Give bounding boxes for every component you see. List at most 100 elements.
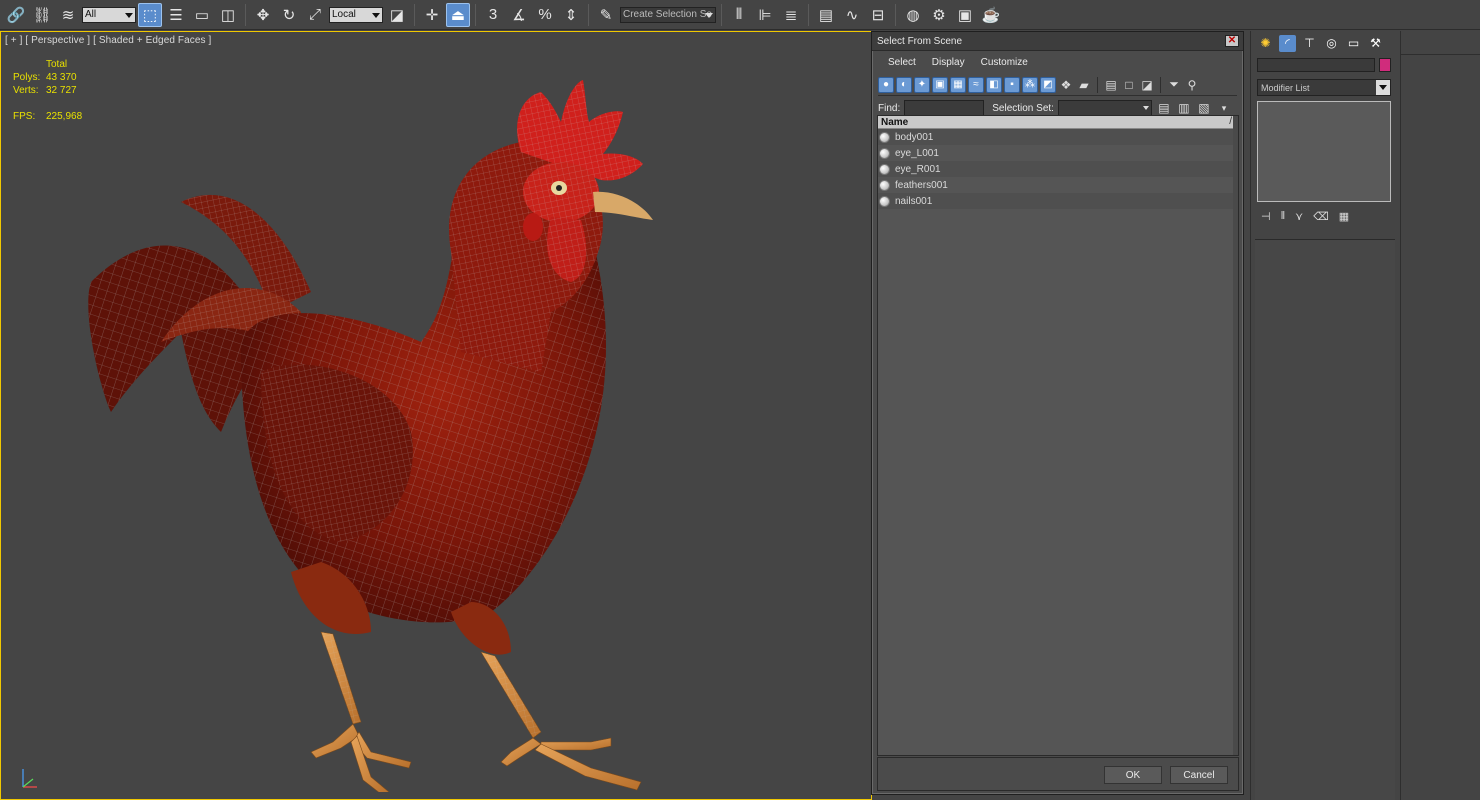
toolbar-separator <box>414 3 415 26</box>
motion-tab-icon[interactable]: ◎ <box>1323 35 1340 52</box>
schematic-view-icon[interactable]: ⊟ <box>866 3 890 27</box>
keyboard-shortcut-override-icon[interactable]: ⏏ <box>446 2 470 27</box>
selection-filter-dropdown[interactable]: All <box>82 6 136 23</box>
object-color-swatch[interactable] <box>1379 58 1391 72</box>
list-item[interactable]: body001 <box>878 129 1238 145</box>
remove-selection-set-icon[interactable]: ▥ <box>1176 100 1192 116</box>
edit-selection-set-icon[interactable]: ▧ <box>1196 100 1212 116</box>
select-none-icon[interactable]: □ <box>1121 77 1137 93</box>
select-and-scale-icon[interactable]: ⤢ <box>303 3 327 27</box>
snaps-toggle-icon[interactable]: 3 <box>481 3 505 27</box>
viewport-label[interactable]: [ + ] [ Perspective ] [ Shaded + Edged F… <box>5 35 211 46</box>
curve-editor-icon[interactable]: ∿ <box>840 3 864 27</box>
select-from-scene-dialog: Select From Scene ✕ Select Display Custo… <box>871 31 1244 795</box>
remove-modifier-icon[interactable]: ⌫ <box>1313 210 1329 223</box>
create-tab-icon[interactable]: ✺ <box>1257 35 1274 52</box>
bind-to-space-warp-icon[interactable]: ≋ <box>56 3 80 27</box>
object-name-field[interactable] <box>1257 58 1375 72</box>
layer-manager-icon[interactable]: ≣ <box>779 3 803 27</box>
modify-tab-icon[interactable]: ◜ <box>1279 34 1296 52</box>
toolbar-separator <box>475 3 476 26</box>
menu-customize[interactable]: Customize <box>981 57 1028 68</box>
perspective-viewport[interactable]: [ + ] [ Perspective ] [ Shaded + Edged F… <box>0 31 872 800</box>
make-unique-icon[interactable]: ⋎ <box>1295 210 1303 223</box>
display-geometry-icon[interactable]: ● <box>878 76 894 93</box>
render-production-icon[interactable]: ☕ <box>979 3 1003 27</box>
display-hidden-icon[interactable]: ▰ <box>1076 77 1092 93</box>
percent-snap-icon[interactable]: % <box>533 3 557 27</box>
utilities-tab-icon[interactable]: ⚒ <box>1367 35 1384 52</box>
list-item[interactable]: feathers001 <box>878 177 1238 193</box>
display-lights-icon[interactable]: ✦ <box>914 76 930 93</box>
toolbar-separator <box>588 3 589 26</box>
align-icon[interactable]: ⊫ <box>753 3 777 27</box>
display-frozen-icon[interactable]: ❖ <box>1058 77 1074 93</box>
show-end-result-icon[interactable]: ‖ <box>1281 210 1286 222</box>
selection-filter-value: All <box>85 9 97 20</box>
named-selection-sets-placeholder: Create Selection Se <box>623 9 712 20</box>
chevron-down-icon <box>125 12 133 18</box>
select-by-name-icon[interactable]: ☰ <box>164 3 188 27</box>
select-and-rotate-icon[interactable]: ↻ <box>277 3 301 27</box>
rooster-model[interactable] <box>71 52 691 792</box>
select-and-link-icon[interactable]: 🔗 <box>4 3 28 27</box>
select-and-manipulate-icon[interactable]: ✛ <box>420 3 444 27</box>
display-shapes-icon[interactable]: ◐ <box>896 76 912 93</box>
object-name: eye_R001 <box>895 163 941 175</box>
edit-named-selection-icon[interactable]: ✎ <box>594 3 618 27</box>
render-setup-icon[interactable]: ⚙ <box>927 3 951 27</box>
display-cameras-icon[interactable]: ▣ <box>932 76 948 93</box>
configure-modifier-sets-icon[interactable]: ▦ <box>1339 210 1349 223</box>
select-invert-icon[interactable]: ◪ <box>1139 77 1155 93</box>
selection-set-label: Selection Set: <box>992 102 1054 114</box>
mirror-icon[interactable]: ⫴ <box>727 3 751 27</box>
display-xrefs-icon[interactable]: ▪ <box>1004 76 1020 93</box>
select-and-move-icon[interactable]: ✥ <box>251 3 275 27</box>
material-editor-icon[interactable]: ◍ <box>901 3 925 27</box>
menu-display[interactable]: Display <box>932 57 965 68</box>
dialog-titlebar[interactable]: Select From Scene ✕ <box>872 32 1243 51</box>
rectangular-selection-icon[interactable]: ▭ <box>190 3 214 27</box>
add-selection-set-icon[interactable]: ▤ <box>1156 100 1172 116</box>
object-rows: body001 eye_L001 eye_R001 feathers001 na… <box>878 129 1238 209</box>
select-all-icon[interactable]: ▤ <box>1103 77 1119 93</box>
modifier-list-dropdown[interactable]: Modifier List <box>1257 79 1391 96</box>
list-item[interactable]: eye_R001 <box>878 161 1238 177</box>
expand-chevron-icon[interactable]: ▾ <box>1216 100 1232 116</box>
display-containers-icon[interactable]: ◩ <box>1040 76 1056 93</box>
geometry-sphere-icon <box>879 179 890 191</box>
list-scrollbar[interactable] <box>1233 116 1238 755</box>
list-item[interactable]: nails001 <box>878 193 1238 209</box>
display-bones-icon[interactable]: ⁂ <box>1022 76 1038 93</box>
spinner-snap-icon[interactable]: ⇕ <box>559 3 583 27</box>
use-pivot-center-icon[interactable]: ◪ <box>385 3 409 27</box>
stats-total-label: Total <box>46 59 68 70</box>
window-crossing-icon[interactable]: ◫ <box>216 3 240 27</box>
display-space-warps-icon[interactable]: ≈ <box>968 76 984 93</box>
select-object-icon[interactable]: ⬚ <box>138 2 162 27</box>
close-button[interactable]: ✕ <box>1225 35 1239 47</box>
rendered-frame-window-icon[interactable]: ▣ <box>953 3 977 27</box>
display-tab-icon[interactable]: ▭ <box>1345 35 1362 52</box>
name-column-header[interactable]: Name / <box>878 116 1238 129</box>
unlink-selection-icon[interactable]: ⛓ <box>30 3 54 27</box>
list-item[interactable]: eye_L001 <box>878 145 1238 161</box>
ok-button[interactable]: OK <box>1104 766 1162 784</box>
menu-select[interactable]: Select <box>888 57 916 68</box>
display-helpers-icon[interactable]: ▦ <box>950 76 966 93</box>
modifier-stack[interactable] <box>1257 101 1391 202</box>
geometry-sphere-icon <box>879 195 890 207</box>
hierarchy-tab-icon[interactable]: ⊤ <box>1301 35 1318 52</box>
selection-set-dropdown[interactable] <box>1057 100 1152 116</box>
reference-coordinate-dropdown[interactable]: Local <box>329 6 383 23</box>
named-selection-sets-dropdown[interactable]: Create Selection Se <box>620 6 716 23</box>
angle-snap-icon[interactable]: ∡ <box>507 3 531 27</box>
filter-icon[interactable]: ⏷ <box>1166 77 1182 93</box>
cancel-button[interactable]: Cancel <box>1170 766 1228 784</box>
pin-stack-icon[interactable]: ⊣ <box>1261 210 1271 223</box>
filter-options-icon[interactable]: ⚲ <box>1184 77 1200 93</box>
scene-explorer-icon[interactable]: ▤ <box>814 3 838 27</box>
display-groups-icon[interactable]: ◧ <box>986 76 1002 93</box>
scene-object-list: Name / body001 eye_L001 eye_R001 feather… <box>877 115 1239 756</box>
find-input[interactable] <box>904 100 985 116</box>
